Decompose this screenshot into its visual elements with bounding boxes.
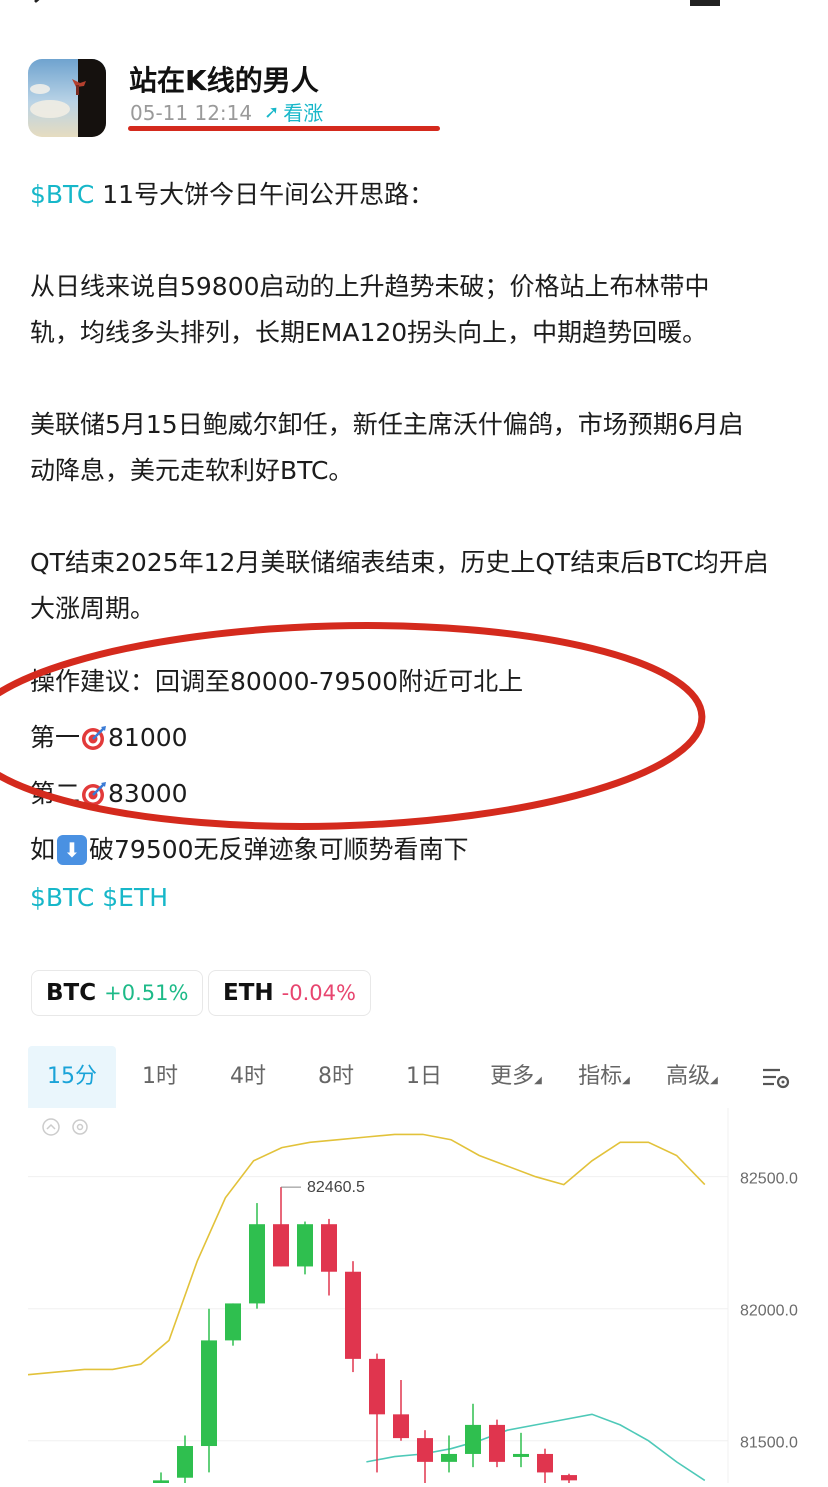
ticker-chip-btc[interactable]: BTC +0.51% — [31, 970, 204, 1016]
price-tick-label: 81500.0 — [740, 1435, 798, 1452]
down-arrow-icon: ⬇ — [57, 835, 88, 865]
candle-body — [369, 1358, 385, 1415]
post-body: $BTC 11号大饼今日午间公开思路： 从日线来说自59800启动的上升趋势未破… — [30, 172, 810, 918]
breakdown-row: 如 ⬇ 破79500无反弹迹象可顺势看南下 — [30, 822, 810, 878]
dart-target-icon — [82, 782, 107, 806]
candle-body — [297, 1224, 313, 1267]
dropdown-caret-icon: ◢ — [622, 1075, 630, 1086]
candlestick-chart: 82500.0 82000.0 81500.0 82460.5 — [27, 1108, 798, 1487]
post-time: 05-11 12:14 — [130, 101, 253, 125]
ticker-link[interactable]: $BTC — [30, 180, 94, 209]
ticker-chip-eth[interactable]: ETH -0.04% — [208, 970, 371, 1016]
red-underline-annotation — [128, 126, 440, 131]
tab-1h[interactable]: 1时 — [120, 1046, 200, 1108]
post-text: 11号大饼今日午间公开思路： — [94, 180, 435, 209]
target-row: 第一 81000 — [30, 710, 810, 766]
price-tick-label: 82000.0 — [740, 1303, 798, 1320]
tab-1d[interactable]: 1日 — [384, 1046, 464, 1108]
target-row: 第二 83000 — [30, 766, 810, 822]
post-line: 美联储5月15日鲍威尔卸任，新任主席沃什偏鸽，市场预期6月启 — [30, 410, 744, 439]
candle-body — [441, 1453, 457, 1462]
hashtag-tickers[interactable]: $BTC $ETH — [30, 878, 810, 918]
candle-body — [273, 1224, 289, 1267]
candle-body — [513, 1453, 529, 1457]
post-line: $BTC 11号大饼今日午间公开思路： — [30, 172, 810, 218]
advice-line: 操作建议：回调至80000-79500附近可北上 — [30, 667, 524, 696]
zoom-controls — [42, 1118, 88, 1136]
target-value: 81000 — [108, 723, 188, 752]
chip-change: -0.04% — [281, 981, 356, 1005]
breakdown-text: 破79500无反弹迹象可顺势看南下 — [89, 835, 469, 864]
post-line: QT结束2025年12月美联储缩表结束，历史上QT结束后BTC均开启 — [30, 548, 769, 577]
collapse-icon[interactable] — [42, 1118, 60, 1136]
post-line: 大涨周期。 — [30, 594, 156, 623]
chip-change: +0.51% — [104, 981, 189, 1005]
candle-body — [249, 1224, 265, 1304]
dropdown-caret-icon: ◢ — [710, 1075, 718, 1086]
tab-indicators[interactable]: 指标◢ — [564, 1046, 644, 1108]
upper-band-line — [27, 1133, 706, 1376]
candle-body — [393, 1414, 409, 1439]
tab-label: 高级 — [666, 1064, 711, 1089]
candle-body — [537, 1453, 553, 1473]
tab-label: 指标 — [578, 1064, 623, 1089]
share-icon[interactable] — [688, 0, 722, 10]
back-arrow-icon[interactable] — [30, 0, 48, 10]
breakdown-prefix: 如 — [30, 835, 56, 864]
chip-symbol: ETH — [223, 980, 274, 1006]
candle-body — [201, 1340, 217, 1447]
chart-settings-icon[interactable] — [762, 1066, 790, 1090]
post-line: 动降息，美元走软利好BTC。 — [30, 456, 354, 485]
chip-symbol: BTC — [46, 980, 97, 1006]
candle-body — [177, 1446, 193, 1478]
tab-more[interactable]: 更多◢ — [476, 1046, 556, 1108]
target-prefix: 第一 — [30, 723, 81, 752]
author-avatar[interactable] — [28, 59, 106, 137]
chart-timeframe-tabs: 15分 1时 4时 8时 1日 更多◢ 指标◢ 高级◢ — [28, 1046, 798, 1108]
candle-body — [465, 1424, 481, 1454]
candle-body — [225, 1303, 241, 1341]
post-meta: 05-11 12:14 ➚ 看涨 — [130, 99, 323, 127]
candle-body — [417, 1438, 433, 1462]
target-prefix: 第二 — [30, 779, 81, 808]
post-line: 轨，均线多头排列，长期EMA120拐头向上，中期趋势回暖。 — [30, 318, 708, 347]
candle-body — [561, 1475, 577, 1481]
top-bar — [0, 0, 828, 14]
post-line: 从日线来说自59800启动的上升趋势未破；价格站上布林带中 — [30, 272, 710, 301]
tab-15min[interactable]: 15分 — [28, 1046, 116, 1108]
candle-body — [345, 1271, 361, 1359]
tab-advanced[interactable]: 高级◢ — [652, 1046, 732, 1108]
tab-label: 更多 — [490, 1064, 535, 1089]
sentiment-badge: ➚ 看涨 — [264, 99, 323, 127]
candle-body — [321, 1224, 337, 1272]
tab-8h[interactable]: 8时 — [296, 1046, 376, 1108]
trend-up-icon: ➚ — [264, 102, 280, 123]
price-chart[interactable]: 82500.0 82000.0 81500.0 82460.5 — [27, 1108, 828, 1487]
price-tick-label: 82500.0 — [740, 1171, 798, 1188]
target-value: 83000 — [108, 779, 188, 808]
tab-4h[interactable]: 4时 — [208, 1046, 288, 1108]
high-price-label: 82460.5 — [307, 1179, 365, 1196]
sentiment-label: 看涨 — [283, 101, 324, 125]
dropdown-caret-icon: ◢ — [534, 1075, 542, 1086]
dart-target-icon — [82, 726, 107, 750]
author-name[interactable]: 站在K线的男人 — [129, 62, 319, 100]
candle-body — [489, 1424, 505, 1462]
chart-gear-icon[interactable] — [72, 1119, 88, 1135]
